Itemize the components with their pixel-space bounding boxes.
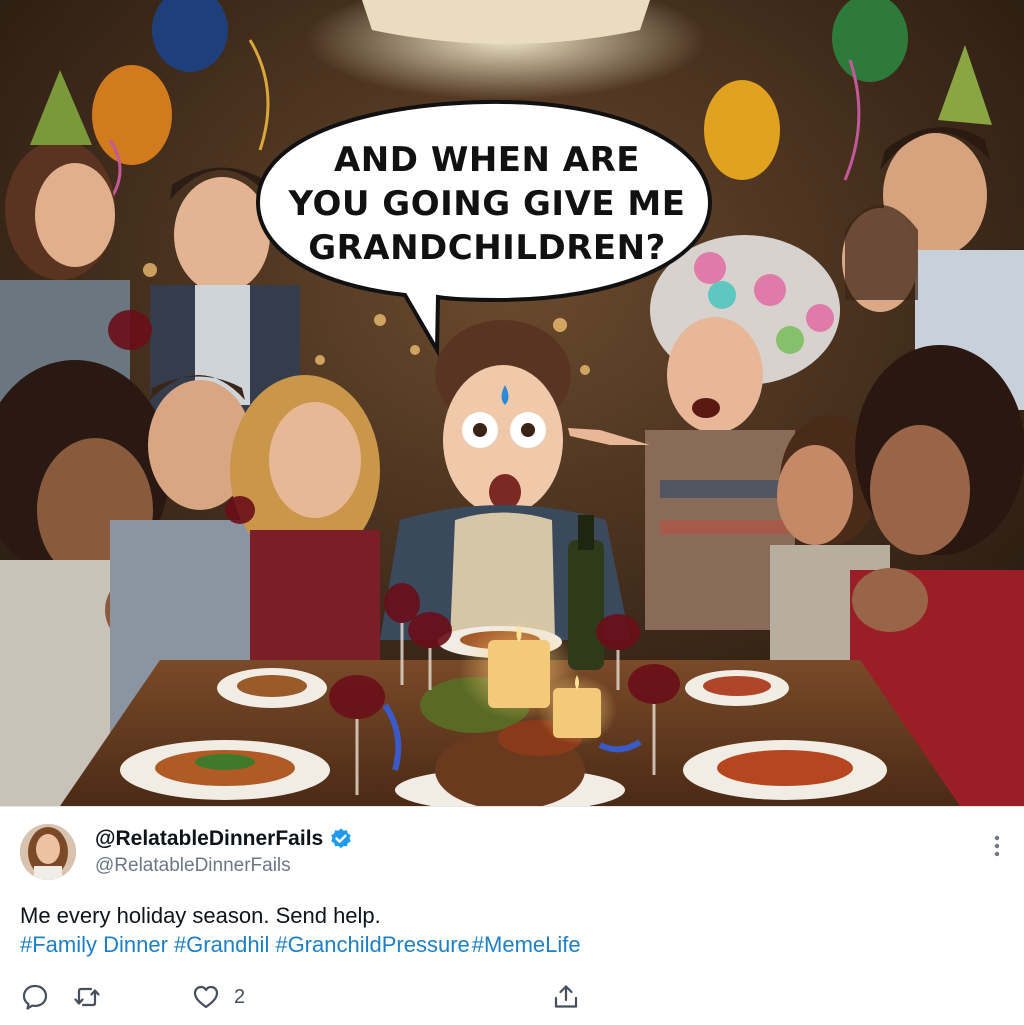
bubble-line-3: GRANDCHILDREN?	[308, 228, 666, 268]
hashtag-link[interactable]: #Family Dinner	[20, 932, 168, 957]
like-button[interactable]: 2	[192, 983, 245, 1011]
action-bar: 2	[0, 983, 1024, 1023]
author-name-row: @RelatableDinnerFails	[95, 827, 353, 851]
retweet-icon	[74, 987, 100, 1007]
author-handle[interactable]: @RelatableDinnerFails	[95, 855, 291, 877]
display-name[interactable]: @RelatableDinnerFails	[95, 827, 323, 851]
hashtag-link[interactable]: #GranchildPressure	[275, 932, 469, 957]
more-options-icon[interactable]	[992, 834, 1002, 858]
avatar-image	[20, 824, 76, 880]
speech-bubble-text: AND WHEN ARE YOU GOING GIVE ME GRANDCHIL…	[262, 138, 712, 270]
meme-image[interactable]: AND WHEN ARE YOU GOING GIVE ME GRANDCHIL…	[0, 0, 1024, 806]
retweet-button[interactable]	[73, 983, 115, 1011]
hashtag-list: #Family Dinner #Grandhil #GranchildPressur…	[20, 932, 587, 958]
share-button[interactable]	[552, 983, 580, 1011]
share-icon	[554, 985, 578, 1008]
dinner-scene-illustration	[0, 0, 1024, 806]
tweet-card: @RelatableDinnerFails @RelatableDinnerFa…	[0, 806, 1024, 1025]
heart-icon	[193, 985, 219, 1009]
bubble-line-2: YOU GOING GIVE ME	[288, 184, 686, 224]
reply-icon	[22, 984, 48, 1010]
verified-badge-icon	[331, 828, 351, 849]
hashtag-link[interactable]: #Grandhil	[174, 932, 269, 957]
reply-button[interactable]	[21, 983, 63, 1011]
avatar[interactable]	[20, 824, 76, 880]
like-count: 2	[234, 985, 246, 1008]
tweet-text: Me every holiday season. Send help.	[20, 903, 381, 928]
bubble-line-1: AND WHEN ARE	[333, 140, 641, 180]
hashtag-link[interactable]: #MemeLife	[472, 932, 581, 957]
